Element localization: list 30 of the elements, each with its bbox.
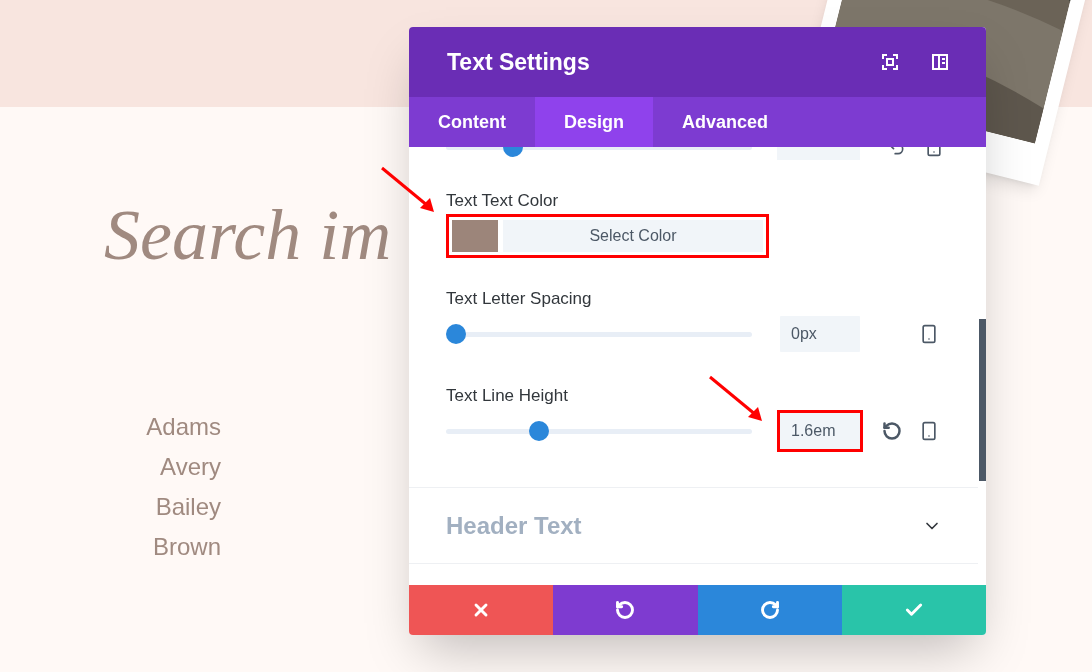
select-color-button[interactable]: Select Color [503,220,763,252]
slider-thumb[interactable] [528,421,549,441]
setting-label: Text Text Color [446,190,560,212]
scrollbar-thumb[interactable] [979,319,986,481]
undo-button[interactable] [553,585,698,635]
setting-label: Text Line Height [446,385,569,407]
slider-thumb[interactable] [446,324,466,344]
name-item: Brown [152,532,221,562]
tab[interactable]: Advanced [653,97,798,147]
value-field[interactable]: 1.6em [777,410,863,452]
redo-icon [759,600,780,620]
name-item: Bailey [155,492,221,522]
phone-icon[interactable] [919,421,939,441]
page-heading: Search im [104,199,392,271]
reset-icon[interactable] [882,421,902,441]
color-swatch[interactable] [452,220,498,252]
value-field[interactable]: 0px [777,313,863,355]
setting-label: Text Letter Spacing [446,288,593,310]
tab[interactable]: Content [409,97,535,147]
undo-icon [615,600,636,620]
tab[interactable]: Design [535,97,653,147]
sidebar-icon[interactable] [932,54,948,70]
name-item: Adams [146,412,221,442]
color-picker[interactable]: Select Color [446,214,769,258]
phone-icon[interactable] [919,324,939,344]
annotation-arrow [708,375,764,423]
redo-button[interactable] [697,585,842,635]
modal-title: Text Settings [447,47,591,77]
name-item: Avery [160,452,221,482]
fullscreen-icon[interactable] [882,54,898,70]
